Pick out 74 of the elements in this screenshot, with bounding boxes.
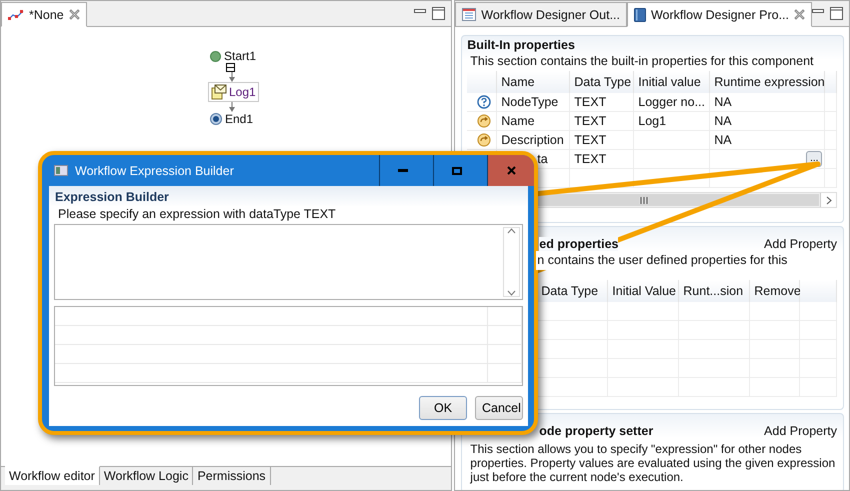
column-header[interactable]: Initial Value	[608, 280, 680, 302]
close-icon[interactable]	[68, 9, 80, 20]
close-icon[interactable]	[794, 9, 805, 20]
start-node-icon	[210, 50, 221, 62]
table-cell: TEXT	[570, 131, 634, 150]
section-description: This section allows you to specify "expression" for other nodes properties. Property values are evaluated using the given expression just before the current node's execution.	[469, 441, 836, 486]
window-icon	[54, 165, 68, 176]
table-icon	[462, 8, 476, 21]
connector-arrow	[228, 102, 236, 112]
column-header[interactable]: Data Type	[570, 71, 634, 93]
dialog-button[interactable]: Cancel	[475, 396, 523, 420]
chevron-down-icon[interactable]	[507, 290, 516, 296]
column-header[interactable]: Data Type	[537, 280, 608, 302]
minimize-icon[interactable]	[414, 7, 426, 15]
arrow-circle-icon	[476, 114, 491, 128]
column-header[interactable]: Remove	[750, 280, 800, 302]
end-node-icon	[210, 113, 222, 125]
section-title: ed properties	[539, 237, 618, 251]
table-cell: TEXT	[570, 112, 634, 131]
maximize-icon[interactable]	[830, 7, 843, 20]
column-header[interactable]: Initial value	[634, 71, 710, 93]
maximize-button[interactable]	[433, 155, 480, 186]
column-header[interactable]: Name	[497, 71, 570, 93]
help-icon	[476, 95, 491, 109]
header-cell	[800, 280, 837, 302]
section-title: ode property setter	[539, 424, 654, 438]
add-property-link[interactable]: Add Property	[764, 237, 837, 251]
grip-icon	[640, 196, 648, 204]
chevron-right-icon[interactable]	[826, 196, 832, 204]
view-tab[interactable]: Workflow Designer Pro...	[626, 2, 812, 27]
tab-label: Workflow Designer Out...	[481, 8, 620, 22]
dialog-button[interactable]: OK	[419, 396, 467, 420]
minimize-icon[interactable]	[812, 7, 824, 15]
close-icon	[506, 166, 516, 175]
node-label[interactable]: End1	[225, 112, 254, 126]
table-cell: TEXT	[570, 93, 634, 112]
editor-page-tab[interactable]: Workflow editor	[5, 466, 100, 485]
task-node[interactable]: Log1	[208, 82, 259, 102]
table-cell: Log1	[634, 112, 710, 131]
expression-input[interactable]	[54, 224, 523, 300]
table-cell: NodeType	[497, 93, 570, 112]
table-cell: Name	[497, 112, 570, 131]
column-header[interactable]: Runt...sion	[679, 280, 750, 302]
close-button[interactable]	[487, 155, 534, 186]
table-cell: NA	[710, 131, 826, 150]
section-description: This section contains the built-in properties for this component	[469, 53, 815, 70]
maximize-icon[interactable]	[432, 7, 446, 20]
dialog-heading: Expression Builder	[49, 186, 528, 207]
editor-tab[interactable]: *None	[1, 2, 87, 27]
chevron-up-icon[interactable]	[507, 228, 516, 234]
dialog-title: Workflow Expression Builder	[75, 164, 235, 178]
arrow-circle-icon	[476, 133, 491, 147]
section-title: Built-In properties	[467, 38, 575, 52]
table-cell: Description	[497, 131, 570, 150]
prompt-text: Please specify an expression with dataType TEXT	[57, 207, 337, 223]
connector-arrow	[228, 72, 236, 82]
table-cell: NA	[710, 93, 826, 112]
maximize-icon	[452, 166, 462, 174]
node-label[interactable]: Start1	[224, 49, 256, 63]
view-tab[interactable]: Workflow Designer Out...	[455, 2, 627, 27]
note-envelope-icon	[211, 84, 227, 100]
header-cell	[825, 71, 837, 93]
table-cell: TEXT	[570, 150, 634, 169]
table-cell: NA	[710, 112, 826, 131]
workflow-icon	[8, 8, 24, 20]
book-icon	[634, 8, 646, 22]
tab-label: *None	[29, 8, 64, 22]
minimize-icon	[398, 169, 408, 172]
table-cell: Logger no...	[634, 93, 710, 112]
collapse-handle-icon[interactable]	[226, 63, 235, 72]
minimize-button[interactable]	[379, 155, 426, 186]
add-property-link[interactable]: Add Property	[764, 424, 837, 438]
tab-label: Workflow Designer Pro...	[650, 8, 789, 22]
column-header[interactable]: Runtime expression	[710, 71, 826, 93]
